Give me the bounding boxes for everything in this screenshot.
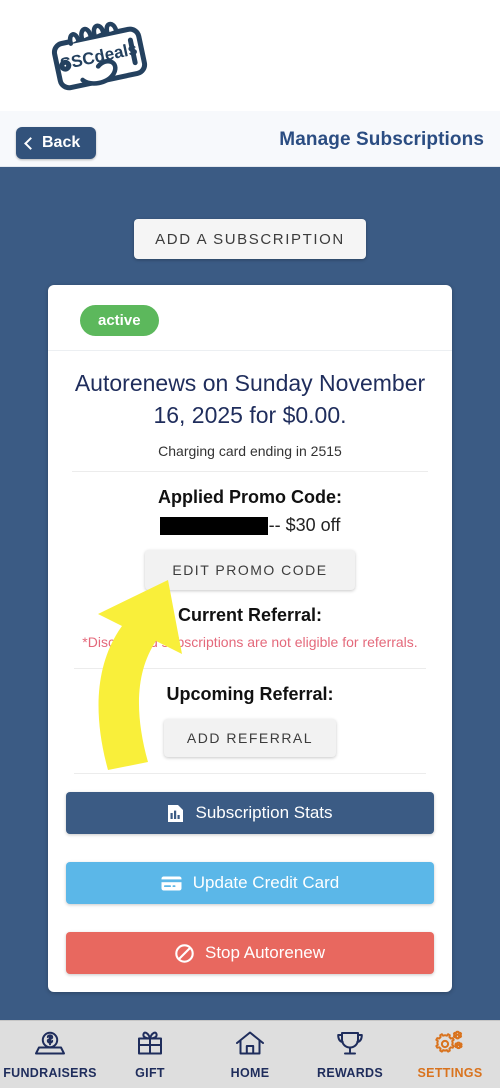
charging-card-text: Charging card ending in 2515 [72,443,428,472]
upcoming-referral-heading: Upcoming Referral: [166,684,334,704]
nav-item-settings[interactable]: SETTINGS [400,1021,500,1088]
bottom-navigation: FUNDRAISERS GIFT HOME REWARDS SETTINGS [0,1020,500,1088]
gift-icon [135,1029,165,1062]
subscription-actions: Subscription Stats Update Credit Card St… [48,774,452,974]
home-icon [234,1029,266,1062]
nav-item-gift[interactable]: GIFT [100,1021,200,1088]
edit-promo-code-button[interactable]: EDIT PROMO CODE [145,550,355,590]
logo-bar: SSCdeals [0,0,500,111]
add-referral-button[interactable]: ADD REFERRAL [164,719,336,757]
nav-label-home: HOME [230,1066,270,1080]
update-credit-card-label: Update Credit Card [192,873,340,892]
trophy-icon [335,1029,365,1062]
add-subscription-button[interactable]: ADD A SUBSCRIPTION [134,219,366,259]
page-title: Manage Subscriptions [279,129,484,150]
status-badge: active [80,305,159,336]
chevron-left-icon [24,136,37,150]
nav-item-fundraisers[interactable]: FUNDRAISERS [0,1021,100,1088]
section-divider-1 [74,668,426,669]
stop-autorenew-label: Stop Autorenew [204,943,326,962]
nav-label-settings: SETTINGS [417,1066,483,1080]
stop-autorenew-button[interactable]: Stop Autorenew [66,932,434,974]
promo-discount-text: -- $30 off [268,515,341,535]
chart-document-icon [167,804,184,823]
gears-icon [433,1029,467,1062]
money-donation-icon [33,1029,67,1062]
sscdeals-logo-icon: SSCdeals [51,21,148,91]
subscription-card: active Autorenews on Sunday November 16,… [48,285,452,992]
subscription-card-body: Autorenews on Sunday November 16, 2025 f… [48,351,452,774]
subscription-stats-label: Subscription Stats [195,803,333,822]
credit-card-icon [161,876,182,891]
back-button-label: Back [42,134,81,151]
current-referral-heading: Current Referral: [177,605,323,625]
update-credit-card-button[interactable]: Update Credit Card [66,862,434,904]
no-entry-icon [175,943,194,963]
app-root: SSCdeals Back Manage Subscriptions ADD A… [0,0,500,1088]
promo-code-redaction [159,516,268,535]
status-badge-row: active [48,285,452,351]
referral-eligibility-note: *Discounted subscriptions are not eligib… [82,634,418,650]
main-content: ADD A SUBSCRIPTION active Autorenews on … [0,167,500,1088]
applied-promo-heading: Applied Promo Code: [158,487,342,507]
nav-item-home[interactable]: HOME [200,1021,300,1088]
subscription-stats-button[interactable]: Subscription Stats [66,792,434,834]
nav-item-rewards[interactable]: REWARDS [300,1021,400,1088]
nav-label-rewards: REWARDS [317,1066,383,1080]
applied-promo-value-row: -- $30 off [72,515,428,536]
nav-label-gift: GIFT [135,1066,165,1080]
back-button[interactable]: Back [16,127,97,159]
sscdeals-logo: SSCdeals [44,14,154,98]
nav-label-fundraisers: FUNDRAISERS [3,1066,97,1080]
subscription-title: Autorenews on Sunday November 16, 2025 f… [74,370,426,428]
